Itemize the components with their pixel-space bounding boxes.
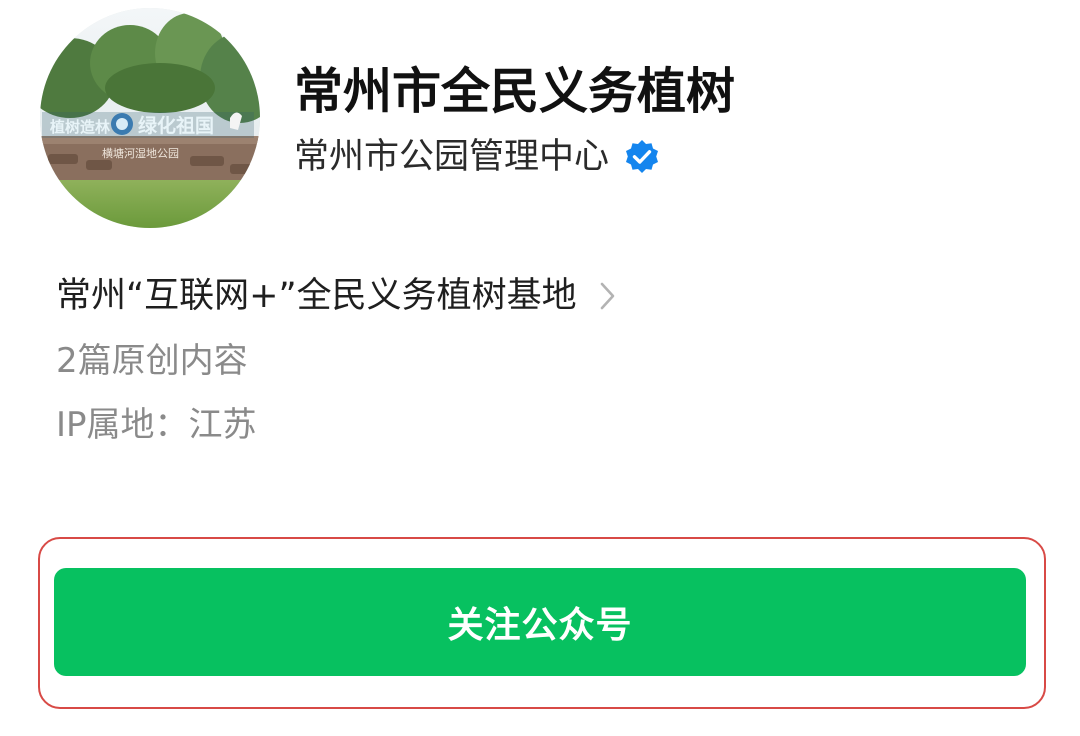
avatar-photo: 植树造林 绿化祖国 横塘河湿地公园 (40, 8, 260, 228)
article-count: 2篇原创内容 (56, 341, 248, 381)
account-name: 常州市全民义务植树 (294, 63, 736, 120)
avatar-sign-left: 植树造林 (50, 118, 111, 136)
base-name: 常州“互联网+”全民义务植树基地 (56, 276, 577, 316)
avatar-sign-lower: 横塘河湿地公园 (102, 146, 179, 160)
chevron-right-icon (597, 278, 619, 314)
avatar-sign-right: 绿化祖国 (138, 114, 214, 137)
owner-row: 常州市公园管理中心 (294, 134, 661, 180)
ip-location: IP属地：江苏 (56, 405, 257, 445)
owner-name[interactable]: 常州市公园管理中心 (294, 134, 609, 180)
base-link[interactable]: 常州“互联网+”全民义务植树基地 (56, 270, 619, 322)
verified-badge-icon (623, 138, 661, 176)
account-avatar[interactable]: 植树造林 绿化祖国 横塘河湿地公园 (40, 8, 260, 228)
follow-button-label: 关注公众号 (447, 605, 633, 646)
follow-button[interactable]: 关注公众号 (54, 568, 1026, 676)
